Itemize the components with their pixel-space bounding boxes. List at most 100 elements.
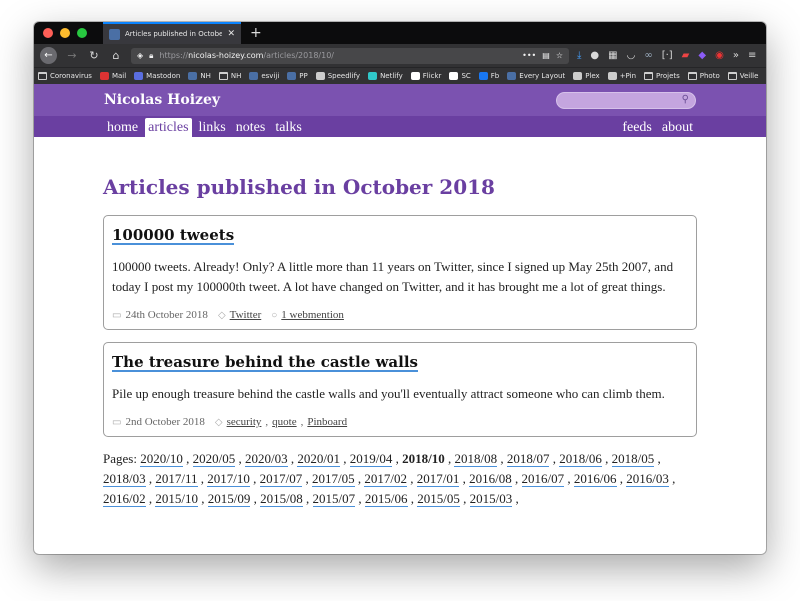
page-link[interactable]: 2018/05: [611, 451, 655, 467]
site-icon: [249, 72, 259, 80]
nav-talks[interactable]: talks: [272, 118, 304, 137]
back-button[interactable]: ←: [40, 47, 57, 64]
nav-links[interactable]: links: [196, 118, 229, 137]
bookmark-item[interactable]: Veille: [727, 72, 758, 80]
overflow-menu-icon[interactable]: »: [733, 50, 739, 61]
bookmark-item[interactable]: Every Layout: [507, 72, 565, 80]
page-link[interactable]: 2017/07: [259, 471, 303, 487]
reader-view-icon[interactable]: ▤: [542, 51, 550, 60]
article-title-link[interactable]: The treasure behind the castle walls: [112, 354, 418, 372]
page-link[interactable]: 2015/09: [207, 491, 251, 507]
bookmark-star-icon[interactable]: ☆: [556, 51, 563, 60]
page-link[interactable]: 2020/03: [244, 451, 288, 467]
close-window-button[interactable]: [43, 28, 53, 38]
page-link[interactable]: 2017/02: [364, 471, 408, 487]
search-icon[interactable]: ⚲: [682, 94, 689, 105]
browser-window: Articles published in October 2 ✕ + ← → …: [34, 22, 766, 554]
nav-feeds[interactable]: feeds: [619, 118, 655, 137]
page-link[interactable]: 2015/07: [312, 491, 356, 507]
page-link[interactable]: 2016/08: [469, 471, 512, 487]
page-link[interactable]: 2017/10: [207, 471, 250, 487]
hamburger-menu-icon[interactable]: ≡: [748, 50, 756, 61]
page-link[interactable]: 2015/08: [260, 491, 303, 507]
bookmark-item[interactable]: Speedlify: [315, 72, 360, 80]
bookmark-item[interactable]: Netlify: [368, 72, 403, 80]
new-tab-button[interactable]: +: [250, 25, 262, 41]
search-input[interactable]: [557, 97, 695, 112]
bookmark-item[interactable]: Plex: [573, 72, 600, 80]
bookmark-item[interactable]: Coronavirus: [38, 72, 92, 80]
extension-grid-icon[interactable]: ▦: [608, 50, 617, 61]
extension-shield-icon[interactable]: ●: [590, 50, 599, 61]
bookmark-item[interactable]: NH: [188, 72, 211, 80]
lock-icon[interactable]: 🔒︎: [149, 51, 153, 61]
article-title-link[interactable]: 100000 tweets: [112, 227, 235, 245]
extension-purple-icon[interactable]: ◆: [698, 50, 706, 61]
page-link[interactable]: 2020/01: [297, 451, 340, 467]
nav-home[interactable]: home: [104, 118, 141, 137]
page-link[interactable]: 2016/07: [521, 471, 565, 487]
page-link[interactable]: 2015/10: [155, 491, 198, 507]
site-title[interactable]: Nicolas Hoizey: [104, 92, 220, 108]
bookmark-item[interactable]: Projets: [644, 72, 680, 80]
page-actions-icon[interactable]: •••: [522, 51, 536, 60]
bookmark-item[interactable]: NH: [218, 72, 241, 80]
extension-pocket-icon[interactable]: ◡: [627, 50, 636, 61]
nav-notes[interactable]: notes: [233, 118, 269, 137]
download-icon[interactable]: ⤓: [577, 50, 581, 61]
page-link[interactable]: 2018/08: [454, 451, 498, 467]
page-link[interactable]: 2015/06: [364, 491, 408, 507]
minimize-window-button[interactable]: [60, 28, 70, 38]
search-box[interactable]: ⚲: [556, 91, 696, 112]
nav-articles[interactable]: articles: [145, 118, 192, 137]
tag-link[interactable]: quote: [272, 416, 296, 428]
page-link[interactable]: 2018/07: [506, 451, 550, 467]
home-button[interactable]: ⌂: [109, 49, 123, 62]
globe-icon: [573, 72, 583, 80]
webmention-link[interactable]: 1 webmention: [281, 309, 344, 321]
bookmark-label: Flickr: [422, 72, 442, 80]
bookmark-item[interactable]: SC: [449, 72, 471, 80]
bookmark-item[interactable]: esviji: [249, 72, 279, 80]
extension-badge-icon[interactable]: ▰: [682, 50, 690, 61]
page-link[interactable]: 2016/02: [103, 491, 146, 507]
page-link[interactable]: 2016/06: [573, 471, 617, 487]
page-link[interactable]: 2016/03: [626, 471, 669, 487]
bookmark-item[interactable]: Mastodon: [134, 72, 180, 80]
page-link[interactable]: 2019/04: [349, 451, 393, 467]
bookmark-item[interactable]: Mail: [99, 72, 126, 80]
page-link[interactable]: 2017/11: [155, 471, 198, 487]
bookmark-item[interactable]: Flickr: [410, 72, 442, 80]
extension-red-icon[interactable]: ◉: [715, 50, 724, 61]
bookmark-label: NH: [200, 72, 211, 80]
bookmark-label: Plex: [585, 72, 600, 80]
tag-link[interactable]: Pinboard: [307, 416, 347, 428]
url-text[interactable]: https://nicolas-hoizey.com/articles/2018…: [159, 51, 516, 60]
tag-separator: ,: [265, 416, 269, 428]
page-link[interactable]: 2018/03: [103, 471, 146, 487]
address-bar[interactable]: ◈ 🔒︎ https://nicolas-hoizey.com/articles…: [131, 47, 569, 64]
page-link[interactable]: 2015/03: [469, 491, 513, 507]
page-link[interactable]: 2020/05: [192, 451, 236, 467]
extension-bracket-icon[interactable]: [·]: [662, 50, 673, 61]
zoom-window-button[interactable]: [77, 28, 87, 38]
forward-button[interactable]: →: [65, 49, 79, 62]
reload-button[interactable]: ↻: [87, 49, 101, 62]
page-link[interactable]: 2020/10: [140, 451, 183, 467]
bookmark-item[interactable]: PP: [287, 72, 308, 80]
page-link[interactable]: 2017/05: [312, 471, 355, 487]
browser-tab-active[interactable]: Articles published in October 2 ✕: [103, 22, 241, 44]
extension-link-icon[interactable]: ∞: [644, 50, 652, 61]
tag-link[interactable]: security: [227, 416, 262, 428]
bookmark-item[interactable]: Photo: [687, 72, 720, 80]
tracking-shield-icon[interactable]: ◈: [137, 51, 143, 60]
article-list: 100000 tweets 100000 tweets. Already! Onl…: [103, 215, 697, 437]
page-link[interactable]: 2015/05: [417, 491, 460, 507]
bookmark-item[interactable]: +Pin: [607, 72, 636, 80]
page-link[interactable]: 2018/06: [559, 451, 602, 467]
nav-about[interactable]: about: [659, 118, 696, 137]
tag-link[interactable]: Twitter: [230, 309, 262, 321]
page-link[interactable]: 2017/01: [416, 471, 460, 487]
bookmark-item[interactable]: Fb: [478, 72, 499, 80]
tab-close-icon[interactable]: ✕: [227, 29, 235, 39]
